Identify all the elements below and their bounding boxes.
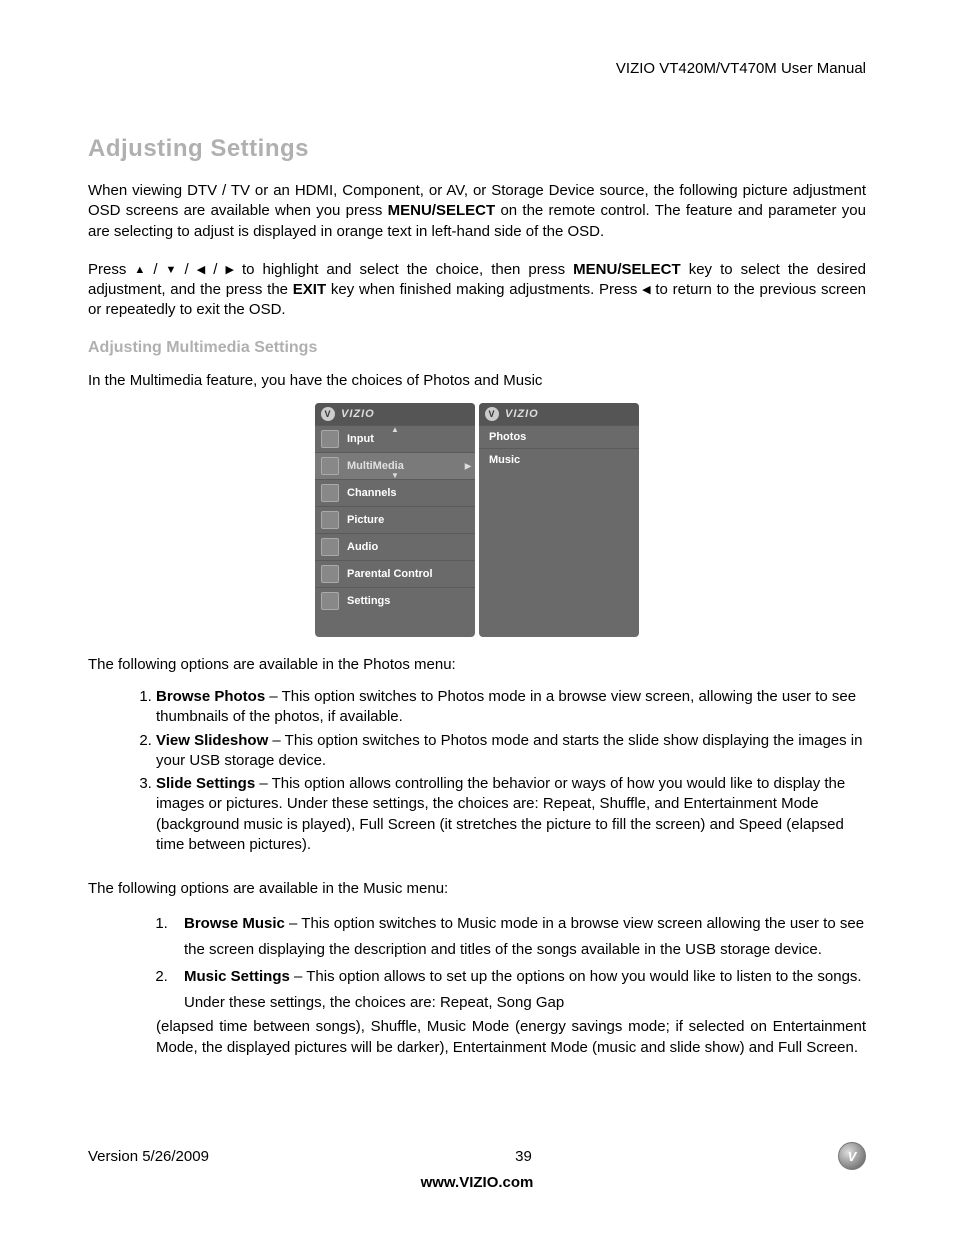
osd-item-picture: Picture bbox=[315, 506, 475, 533]
footer-url: www.VIZIO.com bbox=[88, 1174, 866, 1191]
osd-right-panel: V VIZIO Photos Music bbox=[479, 403, 639, 637]
chevron-up-icon: ▲ bbox=[391, 425, 399, 434]
osd-item-label: Picture bbox=[347, 514, 384, 526]
page: VIZIO VT420M/VT470M User Manual Adjustin… bbox=[0, 0, 954, 1235]
option-title: Browse Photos bbox=[156, 688, 265, 705]
parental-icon bbox=[321, 565, 339, 583]
up-triangle-icon: ▲ bbox=[134, 263, 145, 278]
osd-item-label: Parental Control bbox=[347, 568, 433, 580]
multimedia-intro: In the Multimedia feature, you have the … bbox=[88, 371, 866, 391]
osd-brand-left: VIZIO bbox=[341, 408, 375, 420]
option-title: Music Settings bbox=[184, 968, 290, 985]
music-trail: (elapsed time between songs), Shuffle, M… bbox=[156, 1017, 866, 1058]
osd-item-label: Audio bbox=[347, 541, 378, 553]
music-options-list: Browse Music – This option switches to M… bbox=[88, 911, 866, 1015]
p2-s2: / bbox=[176, 261, 196, 278]
music-menu-intro: The following options are available in t… bbox=[88, 879, 866, 899]
osd-item-label: Channels bbox=[347, 487, 397, 499]
vizio-logo-icon: V bbox=[321, 407, 335, 421]
osd-screenshot: V VIZIO Input ▲ MultiMedia ▶ ▼ Channels bbox=[88, 403, 866, 637]
header-product: VIZIO VT420M/VT470M User Manual bbox=[88, 60, 866, 77]
vizio-footer-logo-icon: V bbox=[838, 1142, 866, 1170]
list-item: View Slideshow – This option switches to… bbox=[156, 731, 866, 772]
p2-d: key when finished making adjustments. Pr… bbox=[326, 281, 642, 298]
settings-icon bbox=[321, 592, 339, 610]
osd-left-panel: V VIZIO Input ▲ MultiMedia ▶ ▼ Channels bbox=[315, 403, 475, 637]
option-sep: – bbox=[265, 688, 281, 705]
osd-brand-right: VIZIO bbox=[505, 408, 539, 420]
option-title: Slide Settings bbox=[156, 775, 255, 792]
photos-menu-intro: The following options are available in t… bbox=[88, 655, 866, 675]
intro-paragraph-1: When viewing DTV / TV or an HDMI, Compon… bbox=[88, 181, 866, 242]
option-sep: – bbox=[290, 968, 306, 985]
down-triangle-icon: ▼ bbox=[166, 263, 177, 278]
osd-item-multimedia: MultiMedia ▶ ▼ bbox=[315, 452, 475, 479]
heading-adjusting-settings: Adjusting Settings bbox=[88, 135, 866, 163]
page-footer: Version 5/26/2009 39 V www.VIZIO.com bbox=[88, 1142, 866, 1191]
left-triangle-icon-2: ◀ bbox=[642, 283, 650, 298]
option-title: Browse Music bbox=[184, 915, 285, 932]
channels-icon bbox=[321, 484, 339, 502]
footer-page-number: 39 bbox=[209, 1148, 838, 1165]
input-icon bbox=[321, 430, 339, 448]
p2-s3: / bbox=[205, 261, 225, 278]
option-title: View Slideshow bbox=[156, 732, 268, 749]
option-sep: – bbox=[268, 732, 284, 749]
multimedia-icon bbox=[321, 457, 339, 475]
option-sep: – bbox=[255, 775, 271, 792]
chevron-right-icon: ▶ bbox=[465, 461, 471, 470]
osd-item-label: Settings bbox=[347, 595, 390, 607]
osd-item-audio: Audio bbox=[315, 533, 475, 560]
p2-bold-exit: EXIT bbox=[293, 281, 326, 298]
list-item: Music Settings – This option allows to s… bbox=[172, 964, 866, 1015]
heading-multimedia-settings: Adjusting Multimedia Settings bbox=[88, 339, 866, 357]
osd-sub-music: Music bbox=[479, 448, 639, 471]
osd-left-header: V VIZIO bbox=[315, 403, 475, 425]
photos-options-list: Browse Photos – This option switches to … bbox=[88, 687, 866, 855]
osd-sub-photos: Photos bbox=[479, 425, 639, 448]
osd-container: V VIZIO Input ▲ MultiMedia ▶ ▼ Channels bbox=[315, 403, 639, 637]
vizio-logo-icon: V bbox=[485, 407, 499, 421]
p1-bold-menuselect: MENU/SELECT bbox=[388, 202, 496, 219]
osd-item-input: Input ▲ bbox=[315, 425, 475, 452]
right-triangle-icon: ▶ bbox=[225, 263, 233, 278]
list-item: Slide Settings – This option allows cont… bbox=[156, 774, 866, 855]
p2-a: Press bbox=[88, 261, 134, 278]
footer-row: Version 5/26/2009 39 V bbox=[88, 1142, 866, 1170]
option-sep: – bbox=[285, 915, 301, 932]
p2-s1: / bbox=[145, 261, 165, 278]
osd-item-parental: Parental Control bbox=[315, 560, 475, 587]
osd-item-settings: Settings bbox=[315, 587, 475, 614]
intro-paragraph-2: Press ▲ / ▼ / ◀ / ▶ to highlight and sel… bbox=[88, 260, 866, 321]
picture-icon bbox=[321, 511, 339, 529]
osd-item-label: Input bbox=[347, 433, 374, 445]
osd-item-channels: Channels bbox=[315, 479, 475, 506]
audio-icon bbox=[321, 538, 339, 556]
list-item: Browse Music – This option switches to M… bbox=[172, 911, 866, 962]
osd-right-header: V VIZIO bbox=[479, 403, 639, 425]
p2-bold-menuselect: MENU/SELECT bbox=[573, 261, 681, 278]
list-item: Browse Photos – This option switches to … bbox=[156, 687, 866, 728]
p2-b: to highlight and select the choice, then… bbox=[234, 261, 573, 278]
footer-version: Version 5/26/2009 bbox=[88, 1148, 209, 1165]
left-triangle-icon: ◀ bbox=[197, 263, 205, 278]
